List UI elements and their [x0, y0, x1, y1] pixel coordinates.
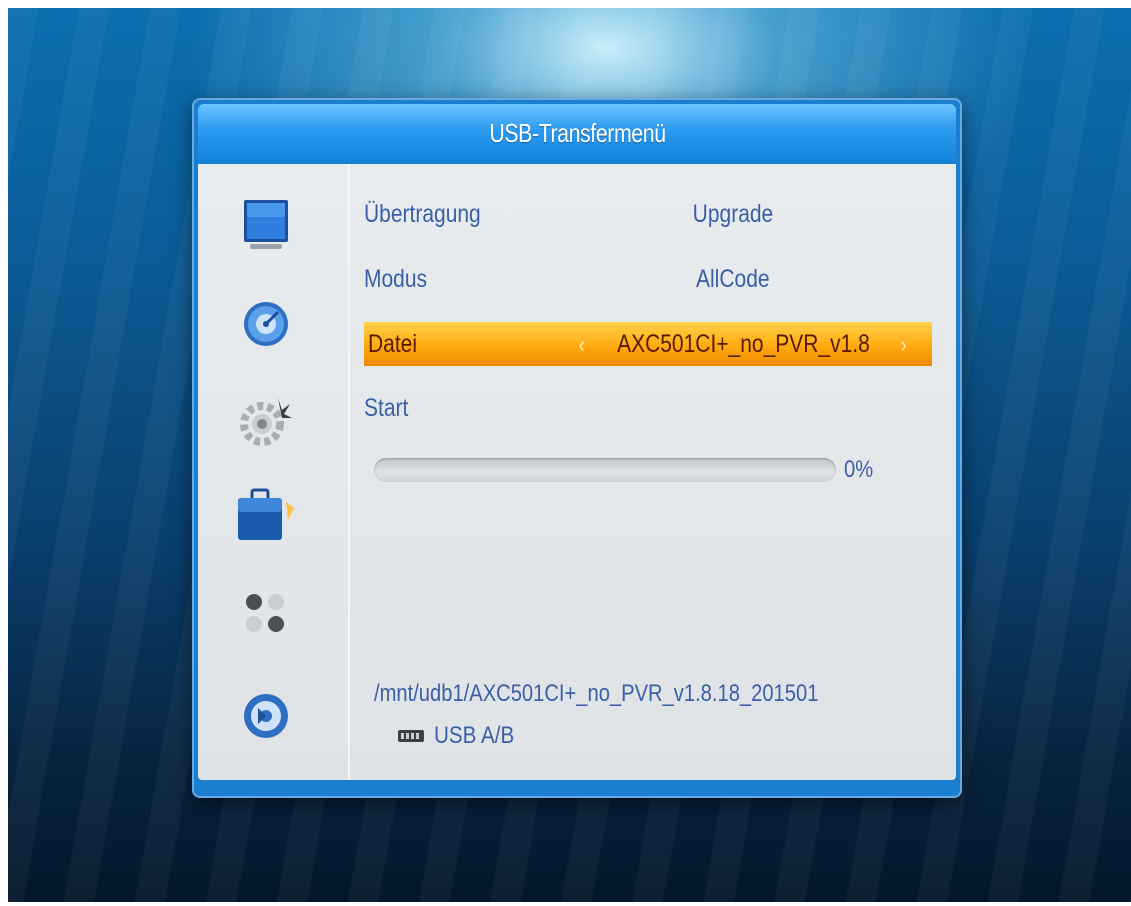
settings-gear-icon[interactable] — [234, 388, 298, 452]
progress-percent: 0% — [844, 456, 874, 483]
mode-value: AllCode — [696, 264, 770, 293]
usb-drive-icon — [398, 730, 424, 742]
file-value: AXC501CI+_no_PVR_v1.8 — [616, 329, 870, 358]
media-dots-icon[interactable] — [234, 582, 298, 646]
content-panel: Übertragung Upgrade Modus AllCode Datei … — [198, 164, 956, 780]
transfer-row[interactable]: Übertragung Upgrade — [364, 194, 932, 234]
arrow-right-icon[interactable]: › — [901, 332, 907, 358]
mode-row[interactable]: Modus AllCode — [364, 259, 932, 299]
tv-screen: USB-Transfermenü Übertragung Upgrade Mod… — [8, 8, 1131, 902]
usb-transfer-dialog: USB-Transfermenü Übertragung Upgrade Mod… — [192, 98, 962, 798]
file-row[interactable]: Datei ‹ AXC501CI+_no_PVR_v1.8 › — [364, 322, 932, 366]
arrow-left-icon[interactable]: ‹ — [579, 332, 585, 358]
sidebar — [198, 164, 350, 780]
usb-label: USB A/B — [434, 722, 515, 749]
start-label: Start — [364, 393, 409, 422]
display-icon[interactable] — [234, 194, 298, 258]
title-bar: USB-Transfermenü — [198, 104, 956, 162]
dialog-title: USB-Transfermenü — [488, 117, 666, 148]
toolbox-icon[interactable] — [234, 484, 298, 548]
usb-disc-icon[interactable] — [234, 684, 298, 748]
start-row[interactable]: Start — [364, 388, 932, 428]
file-path: /mnt/udb1/AXC501CI+_no_PVR_v1.8.18_20150… — [374, 680, 819, 707]
transfer-value: Upgrade — [692, 199, 774, 228]
progress-bar — [374, 458, 836, 482]
usb-indicator: USB A/B — [398, 722, 527, 750]
satellite-dish-icon[interactable] — [234, 292, 298, 356]
